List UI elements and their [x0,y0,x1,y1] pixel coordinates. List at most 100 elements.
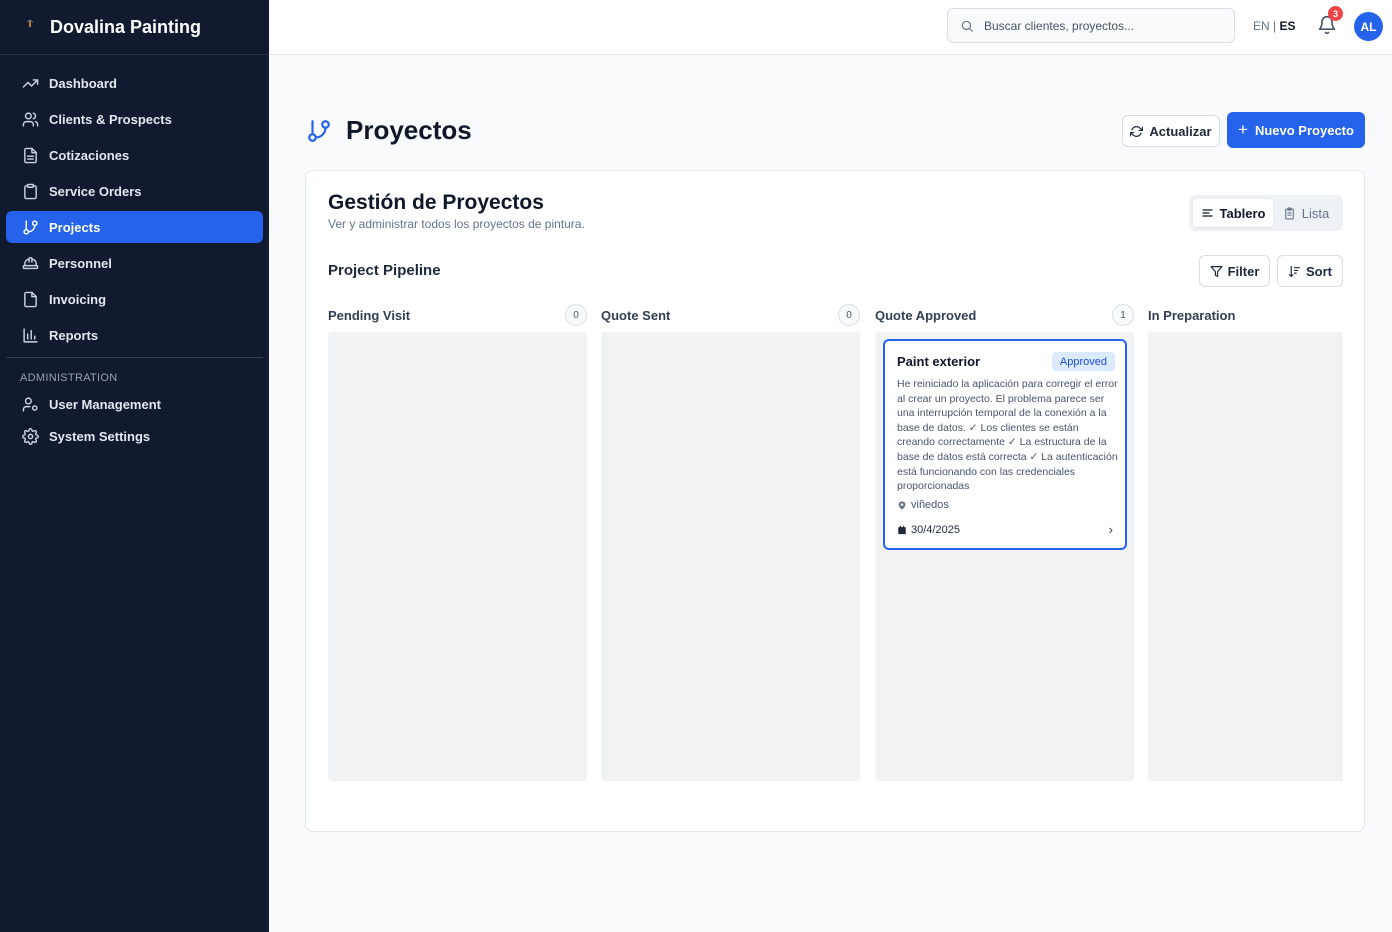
filter-label: Filter [1227,263,1260,279]
sidebar-item-label: Cotizaciones [49,147,130,163]
column-quote-sent: Quote Sent 0 [601,299,860,781]
sort-icon [1288,265,1301,278]
trending-up-icon [21,74,39,92]
sidebar: Dovalina Painting Dashboard Clients & Pr… [0,0,269,932]
refresh-icon [1130,125,1144,138]
sidebar-item-label: Service Orders [49,183,142,199]
brand-logo-icon [20,17,40,37]
project-card[interactable]: Paint exterior Approved He reiniciado la… [883,339,1127,550]
page-title: Proyectos [346,115,472,145]
kanban-board: Pending Visit 0 Quote Sent 0 Quote Appro… [328,299,1343,781]
column-header: Pending Visit 0 [328,299,587,331]
sidebar-item-projects[interactable]: Projects [6,211,263,243]
git-branch-icon [21,218,39,236]
column-header: Quote Approved 1 [875,299,1134,331]
tab-lista-label: Lista [1301,205,1330,221]
sidebar-item-user-management[interactable]: User Management [6,390,263,418]
git-branch-icon [306,117,332,145]
lang-en[interactable]: EN [1253,19,1270,33]
sidebar-item-label: System Settings [49,428,151,444]
sidebar-item-label: User Management [49,396,161,412]
calendar-icon [897,525,907,535]
clipboard-list-icon [1283,207,1296,220]
column-name: Quote Sent [601,307,671,323]
column-name: In Preparation [1148,307,1236,323]
sidebar-item-service-orders[interactable]: Service Orders [6,175,263,207]
column-dropzone[interactable]: Paint exterior Approved He reiniciado la… [875,332,1134,781]
column-count-badge: 0 [565,304,587,326]
clipboard-icon [21,182,39,200]
menu-lines-icon [1201,207,1214,219]
brand-header[interactable]: Dovalina Painting [0,0,269,55]
projects-card: Gestión de Proyectos Ver y administrar t… [305,170,1365,832]
card-subtitle: Ver y administrar todos los proyectos de… [328,217,585,231]
topbar: EN | ES 3 AL [269,0,1392,55]
lang-es[interactable]: ES [1279,19,1295,33]
column-header: In Preparation [1148,299,1343,331]
column-name: Pending Visit [328,307,411,323]
lang-separator: | [1273,19,1277,33]
sidebar-item-cotizaciones[interactable]: Cotizaciones [6,139,263,171]
search-input[interactable] [984,18,1214,33]
sidebar-item-label: Reports [49,327,99,343]
sidebar-item-label: Personnel [49,255,112,271]
sidebar-item-clients[interactable]: Clients & Prospects [6,103,263,135]
sidebar-item-system-settings[interactable]: System Settings [6,422,263,450]
sort-label: Sort [1306,263,1332,279]
admin-section-label: ADMINISTRATION [20,372,118,384]
sidebar-item-label: Projects [49,219,101,235]
tab-tablero[interactable]: Tablero [1193,199,1273,227]
project-location-text: viñedos [911,499,949,511]
sidebar-item-label: Dashboard [49,75,117,91]
filter-icon [1210,265,1223,278]
column-dropzone[interactable] [1148,332,1343,781]
view-toggle: Tablero Lista [1189,195,1343,231]
column-count-badge: 1 [1112,304,1134,326]
sidebar-item-reports[interactable]: Reports [6,319,263,351]
avatar[interactable]: AL [1354,12,1383,41]
main-nav: Dashboard Clients & Prospects Cotizacion… [0,55,269,351]
page-header: Proyectos [306,115,472,146]
new-project-label: Nuevo Proyecto [1254,122,1354,138]
settings-icon [21,427,39,445]
sidebar-item-dashboard[interactable]: Dashboard [6,67,263,99]
project-description: He reiniciado la aplicación para corregi… [897,378,1118,493]
project-location: viñedos [897,499,949,511]
tab-tablero-label: Tablero [1219,205,1266,221]
column-name: Quote Approved [875,307,977,323]
status-badge: Approved [1051,352,1115,371]
column-pending-visit: Pending Visit 0 [328,299,587,781]
tab-lista[interactable]: Lista [1273,199,1339,227]
users-icon [21,110,39,128]
column-dropzone[interactable] [601,332,860,781]
file-icon [21,290,39,308]
sidebar-item-label: Invoicing [49,291,107,307]
column-in-preparation: In Preparation [1148,299,1343,781]
column-dropzone[interactable] [328,332,587,781]
chevron-right-icon[interactable]: › [1109,522,1113,537]
column-quote-approved: Quote Approved 1 Paint exterior Approved… [875,299,1134,781]
admin-nav: User Management System Settings [0,390,269,450]
project-date: 30/4/2025 [897,524,960,536]
user-cog-icon [21,395,39,413]
column-header: Quote Sent 0 [601,299,860,331]
language-switcher: EN | ES [1253,19,1296,33]
file-text-icon [21,146,39,164]
brand-title: Dovalina Painting [50,16,202,37]
project-title: Paint exterior [897,354,981,369]
search-icon [960,19,974,33]
notification-badge: 3 [1328,6,1343,21]
bar-chart-icon [21,326,39,344]
sort-button[interactable]: Sort [1277,255,1343,287]
sidebar-item-label: Clients & Prospects [49,111,172,127]
card-title: Gestión de Proyectos [328,191,544,214]
sidebar-item-invoicing[interactable]: Invoicing [6,283,263,315]
sidebar-item-personnel[interactable]: Personnel [6,247,263,279]
filter-button[interactable]: Filter [1199,255,1270,287]
pipeline-title: Project Pipeline [328,262,441,279]
project-date-text: 30/4/2025 [911,524,960,536]
new-project-button[interactable]: + Nuevo Proyecto [1227,112,1365,148]
refresh-button[interactable]: Actualizar [1122,115,1220,147]
refresh-label: Actualizar [1149,123,1212,139]
search-box[interactable] [947,8,1235,43]
